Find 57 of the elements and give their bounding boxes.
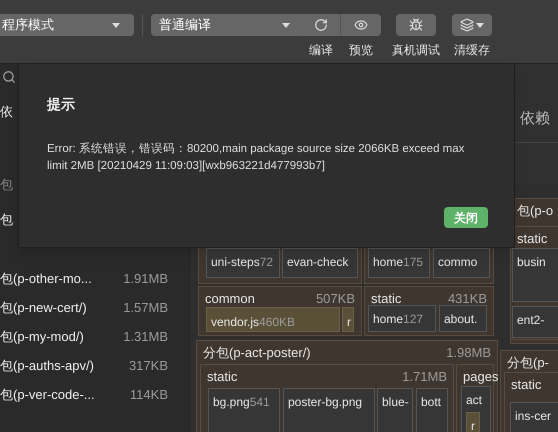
block-label: static — [517, 230, 548, 248]
caret-icon — [282, 22, 290, 28]
toolbar-label: 编译 — [309, 42, 333, 59]
dependency-heading: 依赖 — [520, 109, 550, 129]
file-cell: about. — [439, 305, 487, 332]
refresh-icon — [314, 18, 328, 32]
block-label: 包(p-o — [517, 202, 554, 220]
layers-icon — [460, 18, 474, 32]
file-cell: poster-bg.png — [283, 388, 375, 432]
file-cell: bg.png541 — [208, 388, 280, 432]
block-label: 分包(p-act-poster/) — [203, 344, 311, 362]
file-cell: home127 — [368, 305, 436, 332]
file-cell: ins-cer — [510, 402, 558, 432]
file-cell: commo — [433, 248, 490, 278]
caret-icon — [112, 22, 120, 28]
block-label: static — [511, 376, 542, 394]
file-cell: uni-steps72 — [206, 248, 280, 278]
sidebar-label: 包 — [0, 211, 13, 229]
block-label: 分包(p- — [507, 354, 549, 372]
mode-select[interactable]: 程序模式 — [0, 14, 134, 36]
package-row[interactable]: 包(p-ver-code-... 114KB — [0, 380, 168, 409]
file-cell: bott — [416, 388, 448, 432]
caret-icon — [476, 22, 484, 28]
preview-button[interactable] — [341, 14, 381, 36]
block-label: pages — [463, 368, 498, 386]
block-size: 1.98MB — [446, 344, 491, 362]
bug-icon — [409, 18, 423, 32]
search-icon — [2, 70, 16, 84]
toolbar-label: 预览 — [349, 42, 373, 59]
file-cell: r — [342, 307, 354, 332]
file-cell: vendor.js460KB — [206, 307, 340, 332]
toolbar-label: 真机调试 — [392, 42, 440, 59]
eye-icon — [354, 18, 368, 32]
block-size: 431KB — [448, 290, 487, 308]
block-label: static — [207, 368, 238, 386]
block-label: common — [205, 290, 255, 308]
file-cell: blue- — [377, 388, 413, 432]
dialog-title: 提示 — [47, 95, 76, 114]
package-row[interactable]: 包(p-new-cert/) 1.57MB — [0, 293, 168, 322]
block-size: 1.71MB — [402, 368, 447, 386]
file-cell: busin — [512, 248, 558, 302]
file-cell: home175 — [368, 248, 430, 278]
cache-button[interactable] — [452, 14, 492, 36]
block-size: 507KB — [316, 290, 355, 308]
toolbar-label: 清缓存 — [454, 42, 490, 59]
package-row[interactable]: 包(p-my-mod/) 1.31MB — [0, 322, 168, 351]
sidebar-label: 依 — [0, 103, 13, 121]
file-cell: r — [466, 412, 480, 432]
package-row[interactable]: 包(p-auths-apv/) 317KB — [0, 351, 168, 380]
refresh-button[interactable] — [301, 14, 341, 36]
block-label: static — [371, 290, 402, 308]
file-cell: ent2- — [512, 306, 558, 338]
sidebar-label: 包 — [0, 176, 13, 194]
debug-button[interactable] — [396, 14, 436, 36]
package-row[interactable]: 包(p-other-mo... 1.91MB — [0, 264, 168, 293]
file-cell: evan-check — [282, 248, 358, 278]
error-message: Error: 系统错误，错误码：80200,main package source size 2066KB exceed max limit 2MB [20210429 11:09:03][wxb963221d477993b7] — [47, 141, 466, 174]
